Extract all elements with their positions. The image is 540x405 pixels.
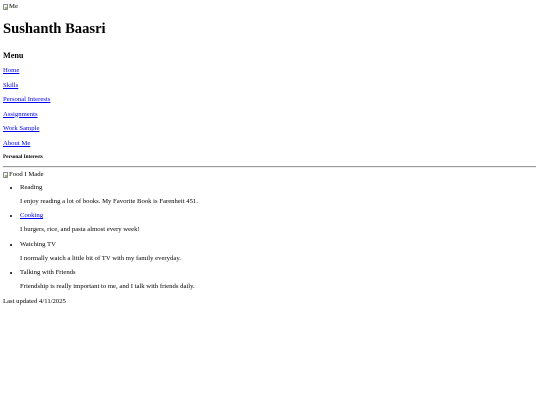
menu-link-skills[interactable]: Skills	[3, 82, 537, 89]
avatar-alt-text: Me	[9, 3, 18, 11]
interest-description: I burgers, rice, and pasta almost every …	[20, 226, 140, 234]
list-item: Reading I enjoy reading a lot of books. …	[20, 184, 537, 205]
last-updated: Last updated 4/11/2025	[3, 297, 66, 305]
divider	[3, 166, 536, 169]
menu-nav: Home Skills Personal Interests Assignmen…	[3, 67, 537, 147]
interest-description: I normally watch a little bit of TV with…	[20, 254, 181, 262]
page-title: Sushanth Baasri	[3, 20, 106, 37]
menu-heading: Menu	[3, 51, 24, 61]
food-image-alt-text: Food I Made	[9, 171, 44, 179]
menu-link-assignments[interactable]: Assignments	[3, 111, 537, 118]
section-heading: Personal Interests	[3, 154, 43, 161]
interests-list: Reading I enjoy reading a lot of books. …	[3, 184, 537, 291]
menu-link-work-sample[interactable]: Work Sample	[3, 125, 537, 132]
menu-link-personal-interests[interactable]: Personal Interests	[3, 96, 537, 103]
broken-image-icon	[3, 4, 8, 10]
interest-title-watching-tv: Watching TV	[20, 240, 56, 248]
interest-title-reading: Reading	[20, 183, 43, 191]
list-item: Talking with Friends Friendship is reall…	[20, 269, 537, 290]
menu-link-about-me[interactable]: About Me	[3, 140, 537, 147]
interest-description: Friendship is really important to me, an…	[20, 283, 195, 291]
menu-link-home[interactable]: Home	[3, 67, 537, 74]
list-item: Watching TV I normally watch a little bi…	[20, 241, 537, 262]
interest-title-talking-with-friends: Talking with Friends	[20, 269, 76, 277]
broken-image-icon	[3, 172, 8, 179]
list-item: Cooking I burgers, rice, and pasta almos…	[20, 212, 537, 233]
interest-description: I enjoy reading a lot of books. My Favor…	[20, 197, 198, 205]
page: Me Sushanth Baasri Menu Home Skills Pers…	[0, 0, 540, 306]
interest-link-cooking[interactable]: Cooking	[20, 212, 537, 219]
avatar-image: Me	[3, 3, 18, 11]
food-image: Food I Made	[3, 171, 44, 179]
